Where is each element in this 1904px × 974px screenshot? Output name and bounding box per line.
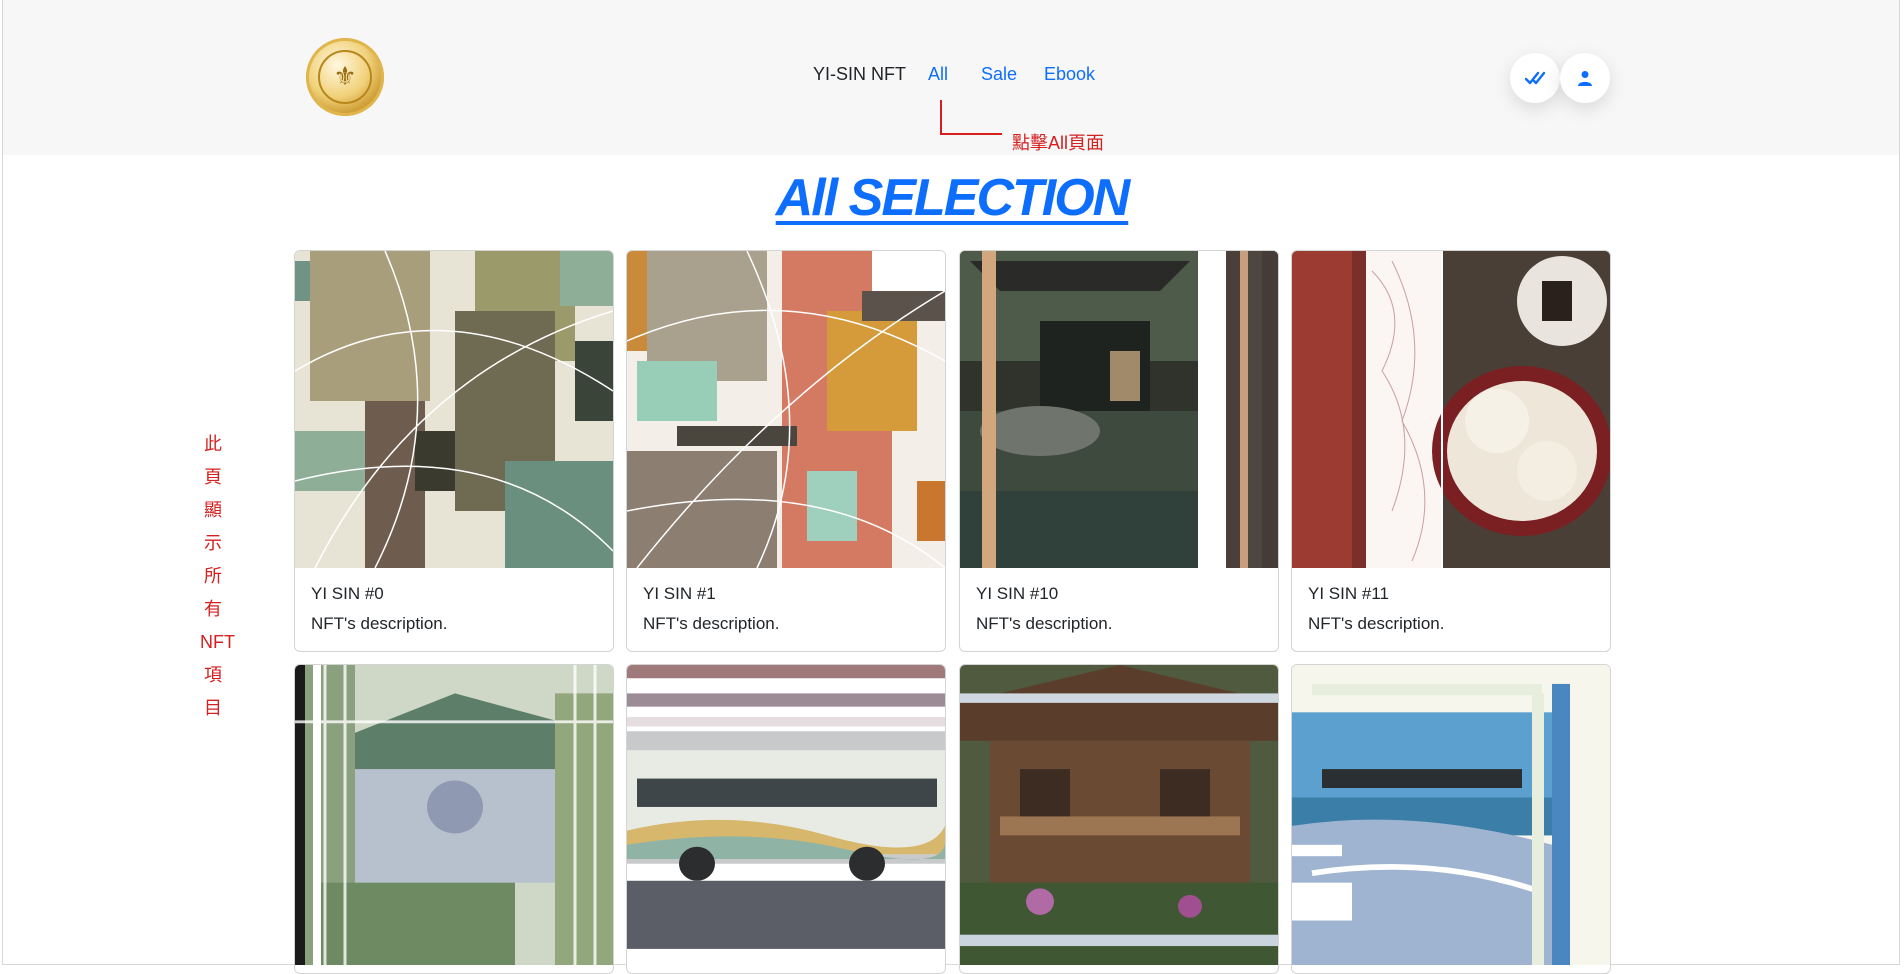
nav-link-ebook[interactable]: Ebook xyxy=(1044,64,1095,85)
navbar xyxy=(3,0,1899,155)
side-note-char: 目 xyxy=(204,698,222,718)
nft-title: YI SIN #1 xyxy=(643,584,716,603)
side-note-char: 項 xyxy=(204,665,222,685)
page-heading: All SELECTION xyxy=(0,168,1904,228)
nft-title: YI SIN #11 xyxy=(1308,584,1389,603)
nft-image xyxy=(295,665,613,965)
nft-card[interactable] xyxy=(959,664,1279,974)
double-check-icon xyxy=(1525,71,1545,85)
nft-card[interactable]: YI SIN #10 NFT's description. xyxy=(959,250,1279,652)
nft-title: YI SIN #0 xyxy=(311,584,384,603)
nft-image xyxy=(1292,251,1610,568)
side-note-char: 頁 xyxy=(204,467,222,487)
nav-link-all[interactable]: All xyxy=(928,64,948,85)
logo-emblem-icon: ⚜ xyxy=(318,50,372,104)
side-note-char: 此 xyxy=(204,434,222,454)
nft-card[interactable] xyxy=(1291,664,1611,974)
side-note-char: 所 xyxy=(204,566,222,586)
user-icon xyxy=(1578,71,1592,86)
nft-card[interactable]: YI SIN #0 NFT's description. xyxy=(294,250,614,652)
nft-image xyxy=(627,665,945,965)
annotation-arrow-vertical xyxy=(940,100,942,133)
side-note-char: 有 xyxy=(204,599,222,619)
side-note-char: 示 xyxy=(204,533,222,553)
annotation-nav-note: 點擊All頁面 xyxy=(1012,133,1105,153)
brand-name[interactable]: YI-SIN NFT xyxy=(813,64,906,85)
nft-image xyxy=(1292,665,1610,965)
nft-title: YI SIN #10 xyxy=(976,584,1059,603)
side-note-char: NFT xyxy=(200,632,235,652)
annotation-arrow-horizontal xyxy=(940,133,1002,135)
brand-logo[interactable]: ⚜ xyxy=(306,38,384,116)
nav-link-sale[interactable]: Sale xyxy=(981,64,1017,85)
nft-description: NFT's description. xyxy=(1308,614,1445,633)
nft-card[interactable] xyxy=(626,664,946,974)
page-heading-text: All SELECTION xyxy=(775,169,1130,227)
side-note-char: 顯 xyxy=(204,500,222,520)
connect-wallet-button[interactable] xyxy=(1510,53,1560,103)
nft-description: NFT's description. xyxy=(311,614,448,633)
annotation-side-note: 此 頁 顯 示 所 有 NFT 項 目 xyxy=(200,428,235,725)
nft-image xyxy=(627,251,945,568)
nft-description: NFT's description. xyxy=(976,614,1113,633)
profile-button[interactable] xyxy=(1560,53,1610,103)
nft-description: NFT's description. xyxy=(643,614,780,633)
nft-image xyxy=(960,251,1278,568)
nft-card[interactable]: YI SIN #1 NFT's description. xyxy=(626,250,946,652)
nft-card[interactable] xyxy=(294,664,614,974)
nft-image xyxy=(295,251,613,568)
nft-image xyxy=(960,665,1278,965)
nft-card[interactable]: YI SIN #11 NFT's description. xyxy=(1291,250,1611,652)
